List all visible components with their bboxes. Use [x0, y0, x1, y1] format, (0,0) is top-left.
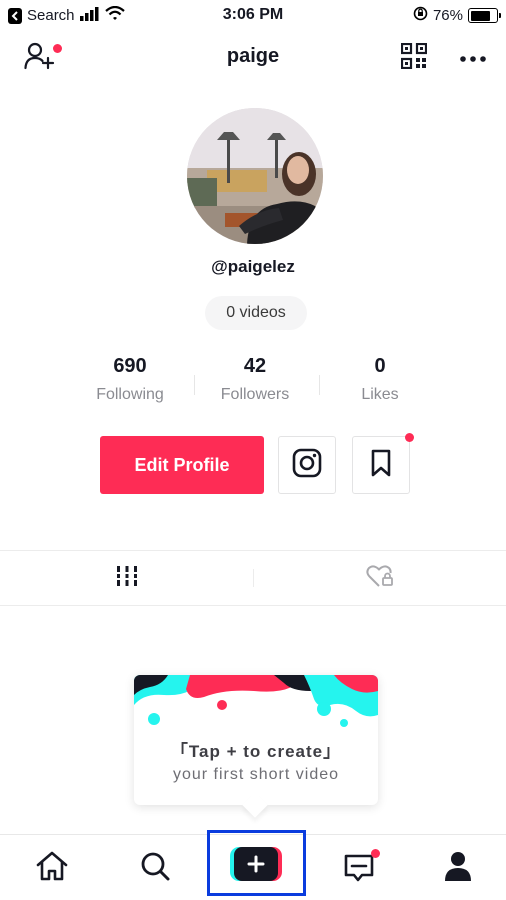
stat-likes-label: Likes: [361, 386, 399, 403]
stat-followers-value: 42: [243, 355, 267, 377]
stat-likes-value: 0: [374, 355, 386, 377]
create-tooltip: 「Tap + to create」 your first short video: [134, 675, 378, 818]
videos-count-badge: 0 videos: [205, 296, 307, 330]
inbox-icon: [343, 849, 380, 883]
notification-dot: [405, 433, 414, 442]
page-title: paige: [226, 45, 280, 67]
qr-code-icon: [400, 42, 428, 74]
stat-likes: 0 Likes: [320, 355, 440, 404]
content-tabs: [0, 550, 506, 606]
stat-following-label: Following: [96, 386, 164, 403]
stat-following[interactable]: 690 Following: [70, 355, 190, 404]
stat-followers[interactable]: 42 Followers: [195, 355, 315, 404]
instagram-button[interactable]: [278, 436, 336, 494]
nav-home[interactable]: [0, 835, 103, 900]
battery-icon: [468, 8, 501, 23]
battery-percent: 76%: [432, 7, 463, 24]
more-options-button[interactable]: [456, 42, 490, 74]
tooltip-pointer: [242, 792, 268, 818]
tooltip-subtitle: your first short video: [172, 766, 340, 783]
create-button-highlight: [207, 830, 306, 896]
notification-dot: [370, 849, 380, 858]
profile-stats: 690 Following 42 Followers 0 Likes: [0, 355, 506, 415]
tab-liked[interactable]: [254, 551, 506, 605]
battery-level: [470, 10, 490, 21]
orientation-lock-icon: [413, 6, 428, 25]
profile-icon: [444, 851, 472, 886]
stat-followers-label: Followers: [220, 386, 290, 403]
bookmark-icon: [370, 449, 392, 482]
tooltip-decoration: [134, 675, 378, 735]
avatar[interactable]: [187, 108, 323, 244]
instagram-icon: [292, 448, 322, 483]
tab-videos[interactable]: [0, 551, 253, 605]
qr-code-button[interactable]: [398, 42, 430, 74]
liked-icon: [366, 564, 394, 593]
nav-profile[interactable]: [410, 835, 506, 900]
favorites-button[interactable]: [352, 433, 414, 494]
search-icon: [140, 851, 170, 886]
tooltip-title: 「Tap + to create」: [170, 742, 342, 761]
nav-discover[interactable]: [103, 835, 206, 900]
more-icon: [460, 49, 486, 67]
edit-profile-button[interactable]: Edit Profile: [100, 436, 264, 494]
grid-icon: [115, 565, 138, 592]
status-bar: Search 3:06 PM 76%: [0, 0, 506, 30]
stat-following-value: 690: [113, 355, 147, 377]
home-icon: [35, 851, 69, 886]
profile-header: paige: [0, 30, 506, 86]
nav-inbox[interactable]: [307, 835, 410, 900]
profile-handle: @paigelez: [211, 257, 295, 276]
